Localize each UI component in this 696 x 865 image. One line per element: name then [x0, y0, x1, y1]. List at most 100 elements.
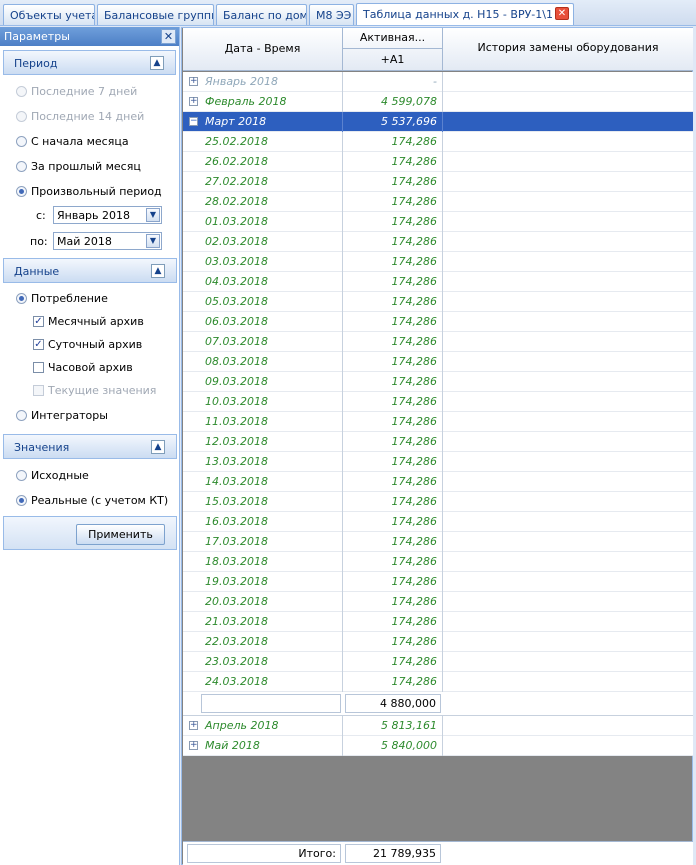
- history-cell: [443, 716, 693, 736]
- day-row[interactable]: 15.03.2018 174,286: [183, 492, 693, 512]
- section-period-header[interactable]: Период ▲: [3, 50, 176, 75]
- day-value: 174,286: [343, 352, 443, 372]
- day-row[interactable]: 03.03.2018 174,286: [183, 252, 693, 272]
- section-title: Период: [14, 57, 58, 70]
- checkbox-daily[interactable]: ✓ Суточный архив: [33, 336, 142, 352]
- group-row-march[interactable]: − Март 2018 5 537,696: [183, 112, 693, 132]
- from-select[interactable]: Январь 2018 ▼: [53, 206, 162, 224]
- day-date: 16.03.2018: [183, 512, 343, 532]
- day-date: 04.03.2018: [183, 272, 343, 292]
- group-row-may[interactable]: + Май 2018 5 840,000: [183, 736, 693, 756]
- close-icon[interactable]: ✕: [555, 7, 569, 20]
- apply-button[interactable]: Применить: [76, 524, 165, 545]
- history-cell: [443, 352, 693, 372]
- radio-custom-period[interactable]: Произвольный период: [16, 183, 162, 199]
- day-row[interactable]: 07.03.2018 174,286: [183, 332, 693, 352]
- radio-icon: [16, 110, 27, 122]
- radio-month-start[interactable]: С начала месяца: [16, 133, 129, 149]
- history-cell: [443, 172, 693, 192]
- day-row[interactable]: 27.02.2018 174,286: [183, 172, 693, 192]
- day-row[interactable]: 08.03.2018 174,286: [183, 352, 693, 372]
- tab-data-table[interactable]: Таблица данных д. Н15 - ВРУ-1\1 ✕: [356, 3, 574, 25]
- group-value: 5 537,696: [343, 112, 443, 132]
- day-row[interactable]: 20.03.2018 174,286: [183, 592, 693, 612]
- group-row-april[interactable]: + Апрель 2018 5 813,161: [183, 716, 693, 736]
- day-row[interactable]: 12.03.2018 174,286: [183, 432, 693, 452]
- history-cell: [443, 652, 693, 672]
- day-date: 08.03.2018: [183, 352, 343, 372]
- day-date: 15.03.2018: [183, 492, 343, 512]
- checkbox-monthly[interactable]: ✓ Месячный архив: [33, 313, 144, 329]
- day-row[interactable]: 24.03.2018 174,286: [183, 672, 693, 692]
- chevron-up-icon[interactable]: ▲: [151, 440, 165, 454]
- radio-icon: [16, 494, 27, 506]
- day-row[interactable]: 14.03.2018 174,286: [183, 472, 693, 492]
- radio-consumption[interactable]: Потребление: [16, 290, 108, 306]
- day-row[interactable]: 28.02.2018 174,286: [183, 192, 693, 212]
- history-cell: [443, 112, 693, 132]
- radio-raw-values[interactable]: Исходные: [16, 467, 89, 483]
- header-active[interactable]: Активная...: [343, 28, 443, 49]
- day-row[interactable]: 11.03.2018 174,286: [183, 412, 693, 432]
- history-cell: [443, 552, 693, 572]
- day-row[interactable]: 13.03.2018 174,286: [183, 452, 693, 472]
- history-cell: [443, 152, 693, 172]
- chevron-up-icon[interactable]: ▲: [150, 56, 164, 70]
- group-label: Февраль 2018: [183, 92, 343, 112]
- checkbox-hourly[interactable]: Часовой архив: [33, 359, 133, 375]
- checkbox-current[interactable]: Текущие значения: [33, 382, 156, 398]
- radio-last-7-days[interactable]: Последние 7 дней: [16, 83, 137, 99]
- day-row[interactable]: 17.03.2018 174,286: [183, 532, 693, 552]
- day-row[interactable]: 05.03.2018 174,286: [183, 292, 693, 312]
- panel-title: Параметры: [4, 30, 70, 43]
- history-cell: [443, 292, 693, 312]
- radio-integrators[interactable]: Интеграторы: [16, 407, 108, 423]
- radio-real-values[interactable]: Реальные (с учетом КТ): [16, 492, 168, 508]
- close-icon[interactable]: ✕: [161, 29, 176, 44]
- day-row[interactable]: 09.03.2018 174,286: [183, 372, 693, 392]
- group-row-january[interactable]: + Январь 2018 -: [183, 72, 693, 92]
- day-row[interactable]: 23.03.2018 174,286: [183, 652, 693, 672]
- to-select[interactable]: Май 2018 ▼: [53, 232, 162, 250]
- header-history[interactable]: История замены оборудования: [443, 28, 693, 70]
- header-datetime[interactable]: Дата - Время: [183, 28, 343, 70]
- chevron-up-icon[interactable]: ▲: [151, 264, 165, 278]
- day-row[interactable]: 01.03.2018 174,286: [183, 212, 693, 232]
- day-row[interactable]: 10.03.2018 174,286: [183, 392, 693, 412]
- day-date: 27.02.2018: [183, 172, 343, 192]
- day-row[interactable]: 19.03.2018 174,286: [183, 572, 693, 592]
- chevron-down-icon[interactable]: ▼: [146, 208, 160, 222]
- tab-accounting-objects[interactable]: Объекты учета: [3, 4, 95, 25]
- tab-balance-groups[interactable]: Балансовые группы: [97, 4, 214, 25]
- section-values-header[interactable]: Значения ▲: [3, 434, 177, 459]
- radio-last-month[interactable]: За прошлый месяц: [16, 158, 141, 174]
- option-label: За прошлый месяц: [31, 159, 141, 173]
- group-label: Январь 2018: [183, 72, 343, 92]
- day-row[interactable]: 25.02.2018 174,286: [183, 132, 693, 152]
- tab-house-balance[interactable]: Баланс по дому: [216, 4, 307, 25]
- day-row[interactable]: 02.03.2018 174,286: [183, 232, 693, 252]
- section-data-header[interactable]: Данные ▲: [3, 258, 177, 283]
- day-row[interactable]: 21.03.2018 174,286: [183, 612, 693, 632]
- day-row[interactable]: 22.03.2018 174,286: [183, 632, 693, 652]
- day-value: 174,286: [343, 212, 443, 232]
- option-label: Часовой архив: [48, 360, 133, 374]
- total-row: Итого: 21 789,935: [183, 841, 693, 865]
- day-row[interactable]: 06.03.2018 174,286: [183, 312, 693, 332]
- header-active-a1[interactable]: +A1: [343, 49, 443, 70]
- group-row-february[interactable]: + Февраль 2018 4 599,078: [183, 92, 693, 112]
- total-value: 21 789,935: [345, 844, 441, 863]
- panel-header: Параметры ✕: [0, 27, 179, 46]
- day-row[interactable]: 18.03.2018 174,286: [183, 552, 693, 572]
- day-row[interactable]: 04.03.2018 174,286: [183, 272, 693, 292]
- history-cell: [443, 592, 693, 612]
- day-row[interactable]: 16.03.2018 174,286: [183, 512, 693, 532]
- radio-last-14-days[interactable]: Последние 14 дней: [16, 108, 144, 124]
- day-row[interactable]: 26.02.2018 174,286: [183, 152, 693, 172]
- tab-m8[interactable]: М8 ЭЭ: [309, 4, 354, 25]
- day-date: 07.03.2018: [183, 332, 343, 352]
- tab-bar: Объекты учета Балансовые группы Баланс п…: [0, 0, 696, 26]
- day-value: 174,286: [343, 412, 443, 432]
- day-date: 28.02.2018: [183, 192, 343, 212]
- chevron-down-icon[interactable]: ▼: [146, 234, 160, 248]
